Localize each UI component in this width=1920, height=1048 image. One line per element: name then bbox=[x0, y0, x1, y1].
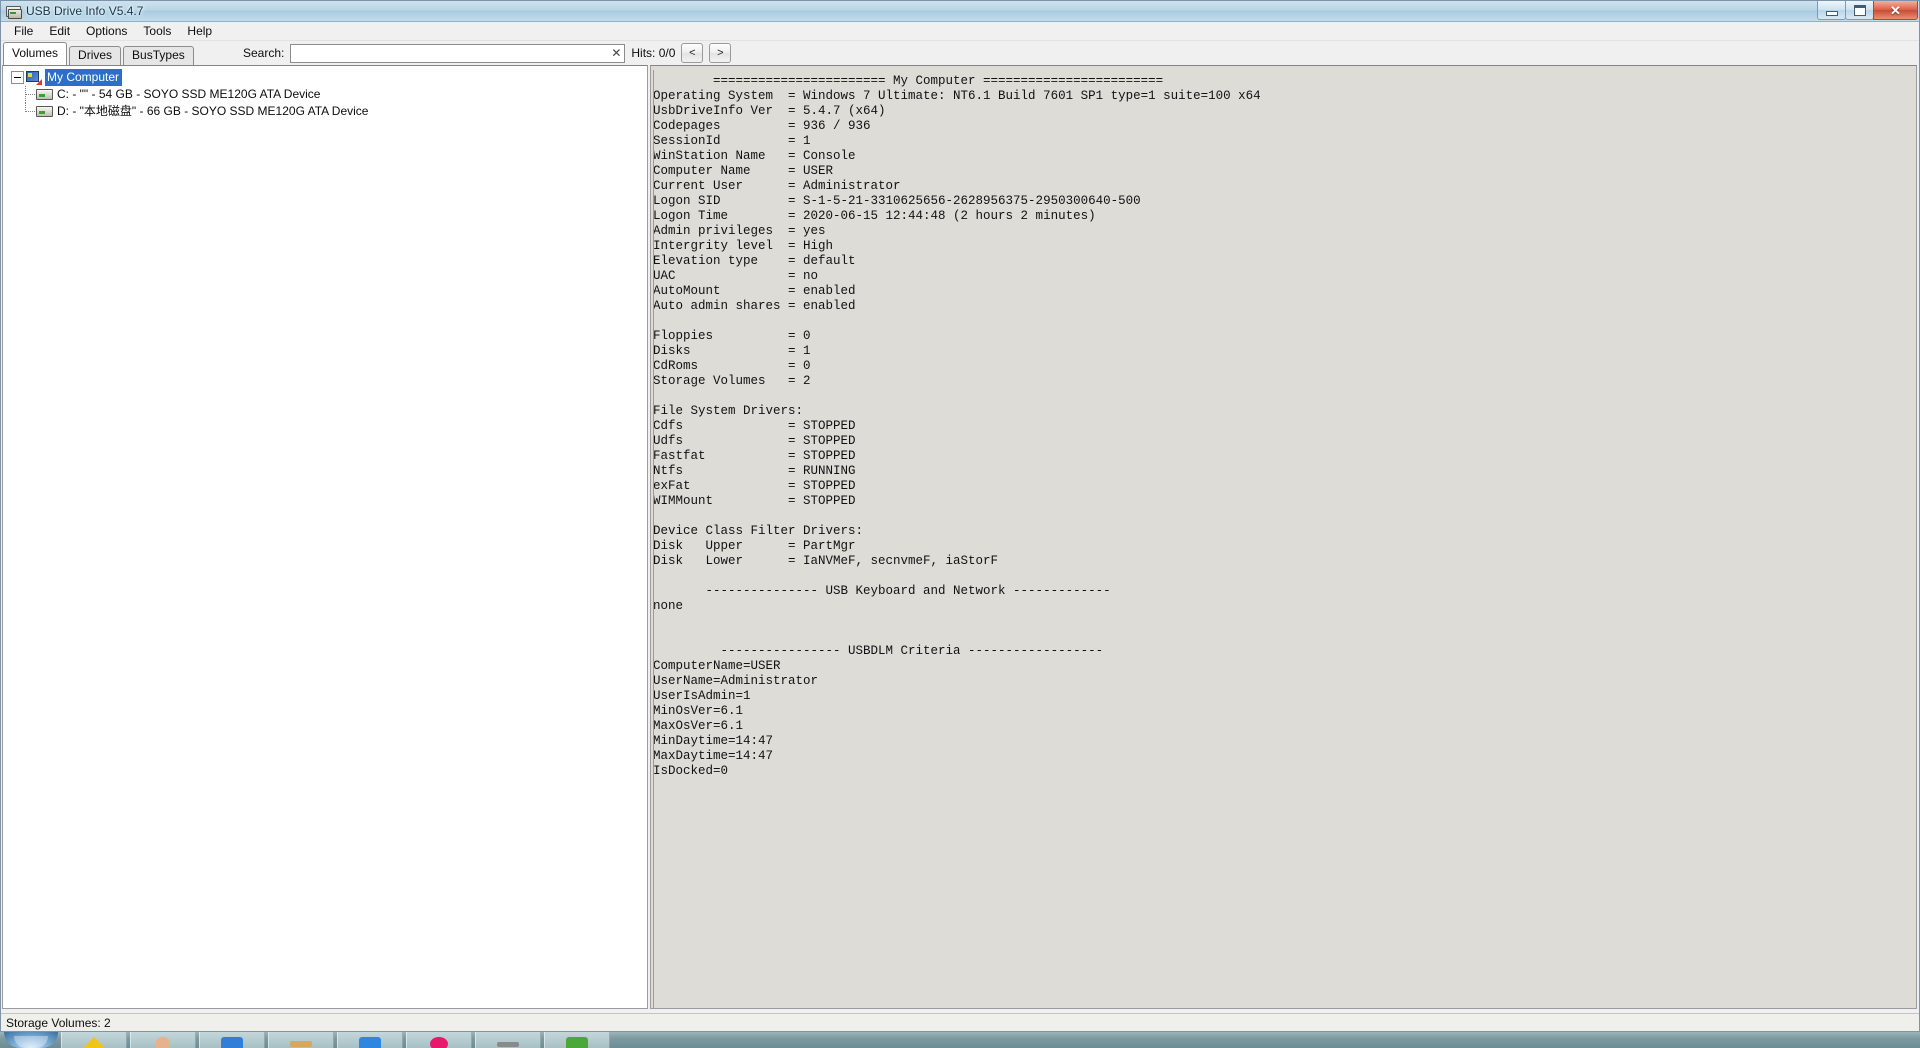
search-label: Search: bbox=[243, 46, 284, 60]
maximize-button[interactable] bbox=[1845, 1, 1874, 20]
window-controls: ✕ bbox=[1818, 1, 1918, 20]
windows-taskbar bbox=[0, 1032, 1920, 1048]
hits-counter: Hits: 0/0 bbox=[631, 46, 675, 60]
status-text: Storage Volumes: 2 bbox=[6, 1016, 111, 1030]
taskbar-item-6[interactable] bbox=[406, 1032, 472, 1048]
blue-folder-icon bbox=[221, 1037, 243, 1048]
status-bar: Storage Volumes: 2 bbox=[1, 1013, 1919, 1031]
close-icon: ✕ bbox=[1890, 4, 1901, 17]
menu-item-tools[interactable]: Tools bbox=[135, 23, 179, 39]
taskbar-item-4[interactable] bbox=[268, 1032, 334, 1048]
tab-strip: Volumes Drives BusTypes bbox=[1, 41, 196, 65]
maximize-icon bbox=[1854, 5, 1866, 16]
close-button[interactable]: ✕ bbox=[1873, 1, 1918, 20]
taskbar-item-3[interactable] bbox=[199, 1032, 265, 1048]
content-area: My Computer C: - "" - 54 GB - SOYO SSD M… bbox=[1, 65, 1919, 1013]
tab-volumes[interactable]: Volumes bbox=[3, 42, 67, 65]
search-prev-button[interactable]: < bbox=[681, 43, 703, 63]
tree-node-label: D: - "本地磁盘" - 66 GB - SOYO SSD ME120G AT… bbox=[57, 104, 369, 119]
pink-circle-icon bbox=[430, 1037, 448, 1048]
menu-bar: File Edit Options Tools Help bbox=[1, 22, 1919, 41]
menu-item-help[interactable]: Help bbox=[179, 23, 220, 39]
search-box[interactable]: ✕ bbox=[290, 44, 625, 63]
report-text: ======================= My Computer ====… bbox=[651, 66, 1916, 779]
collapse-icon[interactable] bbox=[11, 71, 24, 84]
report-text-panel[interactable]: ======================= My Computer ====… bbox=[650, 65, 1917, 1009]
search-area: Search: ✕ Hits: 0/0 < > bbox=[243, 43, 731, 63]
toolbar-row: Volumes Drives BusTypes Search: ✕ Hits: … bbox=[1, 41, 1919, 65]
taskbar-item-7[interactable] bbox=[475, 1032, 541, 1048]
tree-node-my-computer[interactable]: My Computer bbox=[3, 69, 647, 86]
minimize-button[interactable] bbox=[1817, 1, 1846, 20]
grey-bar-icon bbox=[497, 1042, 519, 1047]
blue-app-icon bbox=[359, 1037, 381, 1048]
green-app-icon bbox=[566, 1037, 588, 1048]
taskbar-item-1[interactable] bbox=[61, 1032, 127, 1048]
tree-node-drive-d[interactable]: D: - "本地磁盘" - 66 GB - SOYO SSD ME120G AT… bbox=[3, 103, 647, 120]
taskbar-item-5[interactable] bbox=[337, 1032, 403, 1048]
usb-drive-icon bbox=[5, 3, 21, 19]
yellow-triangle-icon bbox=[83, 1037, 105, 1048]
menu-item-edit[interactable]: Edit bbox=[41, 23, 78, 39]
search-next-button[interactable]: > bbox=[709, 43, 731, 63]
taskbar-item-8[interactable] bbox=[544, 1032, 610, 1048]
volumes-tree-panel[interactable]: My Computer C: - "" - 54 GB - SOYO SSD M… bbox=[2, 65, 648, 1009]
menu-item-file[interactable]: File bbox=[6, 23, 41, 39]
tree-node-drive-c[interactable]: C: - "" - 54 GB - SOYO SSD ME120G ATA De… bbox=[3, 86, 647, 103]
usb-drive-info-window: USB Drive Info V5.4.7 ✕ File Edit Option… bbox=[0, 0, 1920, 1032]
tree-node-label: C: - "" - 54 GB - SOYO SSD ME120G ATA De… bbox=[57, 87, 320, 102]
drive-icon bbox=[36, 106, 53, 117]
tree-branch-line bbox=[22, 86, 36, 103]
search-input[interactable] bbox=[291, 45, 608, 62]
window-title: USB Drive Info V5.4.7 bbox=[26, 4, 143, 18]
taskbar-item-2[interactable] bbox=[130, 1032, 196, 1048]
title-bar[interactable]: USB Drive Info V5.4.7 ✕ bbox=[1, 1, 1919, 22]
tab-drives[interactable]: Drives bbox=[69, 46, 121, 65]
drive-icon bbox=[36, 89, 53, 100]
peach-app-icon bbox=[156, 1037, 170, 1048]
tree-node-label: My Computer bbox=[45, 69, 122, 86]
start-button[interactable] bbox=[4, 1032, 58, 1048]
tan-bar-icon bbox=[290, 1041, 312, 1047]
tab-bustypes[interactable]: BusTypes bbox=[123, 46, 194, 65]
my-computer-icon bbox=[26, 71, 42, 85]
menu-item-options[interactable]: Options bbox=[78, 23, 135, 39]
minimize-icon bbox=[1826, 11, 1838, 16]
clear-search-icon[interactable]: ✕ bbox=[608, 45, 624, 62]
tree-branch-line bbox=[22, 103, 36, 120]
text-caret-margin bbox=[653, 70, 654, 1009]
